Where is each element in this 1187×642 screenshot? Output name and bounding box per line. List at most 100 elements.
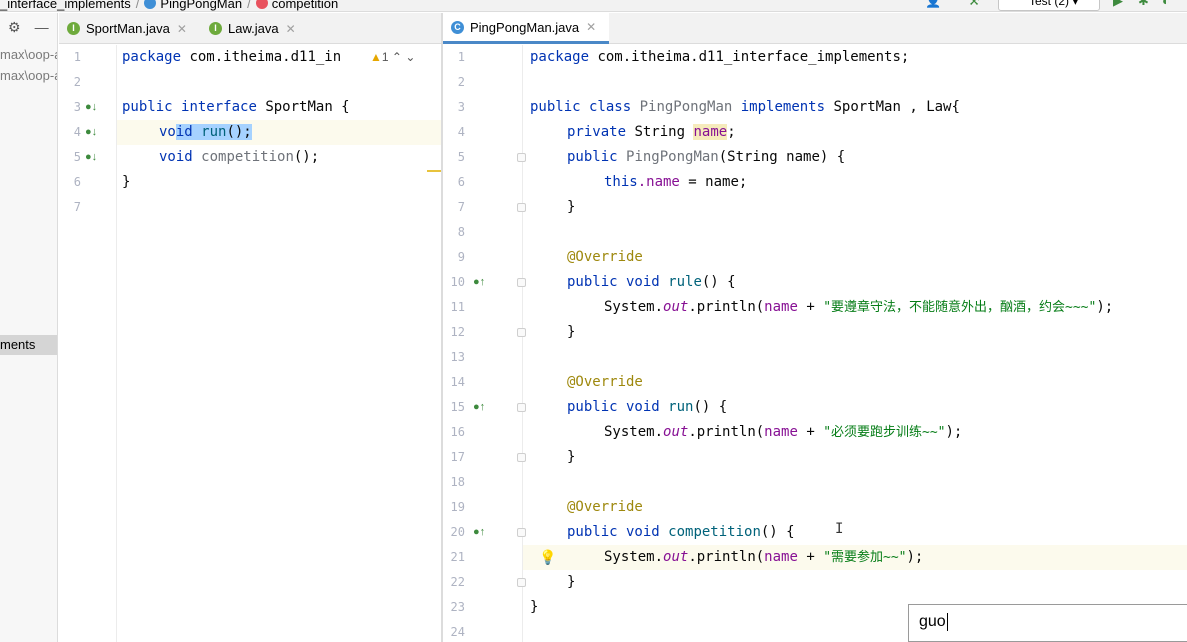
method-icon — [255, 0, 268, 9]
navigation-bar: _interface_implements / PingPongMan / co… — [0, 0, 1187, 12]
code-line: } — [567, 324, 576, 340]
line-number: 18 — [450, 475, 465, 489]
implemented-down-icon[interactable]: ●↓ — [85, 120, 97, 145]
code-line: @Override — [567, 249, 643, 265]
line-number: 6 — [457, 175, 465, 189]
class-icon — [144, 0, 157, 9]
tab-sportman-java[interactable]: I SportMan.java ✕ — [59, 13, 201, 44]
line-number: 9 — [457, 250, 465, 264]
code-line: } — [122, 174, 131, 190]
project-tree-path[interactable]: max\oop-a — [0, 68, 57, 83]
line-number: 24 — [450, 625, 465, 639]
line-number: 5 — [457, 150, 465, 164]
code-line: } — [567, 574, 576, 590]
right-editor-tabs: C PingPongMan.java ✕ — [443, 13, 1187, 44]
line-number: 4 — [73, 125, 81, 139]
code-line: } — [567, 449, 576, 465]
line-number: 4 — [457, 125, 465, 139]
close-icon[interactable]: ✕ — [286, 22, 296, 36]
line-number: 6 — [73, 175, 81, 189]
project-toolbar: ⚙ — — [8, 19, 49, 43]
code-line: @Override — [567, 499, 643, 515]
error-stripe-mark[interactable] — [427, 170, 441, 172]
breadcrumb-separator: / — [135, 0, 140, 11]
code-line: } — [530, 599, 539, 615]
code-line: package com.itheima.d11_interface_implem… — [530, 49, 910, 65]
breadcrumb-method[interactable]: competition — [272, 0, 338, 11]
line-number: 10 — [450, 275, 465, 289]
implements-up-icon[interactable]: ●↑ — [473, 395, 485, 420]
tab-label: PingPongMan.java — [470, 19, 580, 35]
line-number: 13 — [450, 350, 465, 364]
line-number: 1 — [73, 50, 81, 64]
left-editor-gutter: 1 2 3 4 5 6 7 ●↓ ●↓ ●↓ — [59, 45, 117, 642]
text-cursor-icon: I — [835, 521, 844, 537]
code-line: public PingPongMan(String name) { — [567, 149, 846, 165]
warning-icon: ▲ — [370, 50, 382, 64]
code-line: package com.itheima.d11_in — [122, 49, 342, 65]
tab-label: Law.java — [228, 21, 279, 36]
line-number: 7 — [457, 200, 465, 214]
tab-pingpongman-java[interactable]: C PingPongMan.java ✕ — [443, 13, 609, 44]
project-tree-selected-item[interactable]: ments — [0, 335, 57, 355]
code-line: this.name = name; — [604, 174, 748, 190]
hammer-icon[interactable]: ⚒ — [968, 0, 980, 8]
code-line: public void rule() { — [567, 274, 736, 290]
code-line: System.out.println(name + "必须要跑步训练~~"); — [604, 424, 963, 440]
run-icon[interactable]: ▶ — [1113, 0, 1123, 8]
coverage-icon[interactable]: ◐ — [1162, 0, 1170, 8]
line-number: 2 — [73, 75, 81, 89]
warning-count: 1 — [381, 50, 389, 64]
project-tool-window: ⚙ — max\oop-a max\oop-a ments — [0, 13, 58, 642]
code-line: System.out.println(name + "要遵章守法，不能随意外出，… — [604, 299, 1114, 315]
project-tree-path[interactable]: max\oop-a — [0, 47, 57, 62]
implements-up-icon[interactable]: ●↑ — [473, 270, 485, 295]
interface-icon: I — [209, 22, 222, 35]
implemented-down-icon[interactable]: ●↓ — [85, 145, 97, 170]
input-method-composition-box[interactable]: guo — [908, 604, 1187, 642]
breadcrumb-separator: / — [247, 0, 251, 11]
run-configuration-dropdown[interactable]: Test (2) ▾ — [998, 0, 1100, 11]
right-editor-gutter: 1 2 3 4 5 6 7 8 9 10 11 12 13 14 15 16 17 18 19 20 21 22 23 24 … — [443, 45, 526, 642]
line-number: 22 — [450, 575, 465, 589]
left-code-editor[interactable]: package com.itheima.d11_in ▲1 ⌃ ⌄ public… — [117, 45, 441, 642]
code-line: System.out.println(name + "需要参加~~"); — [604, 549, 924, 565]
class-icon: C — [451, 20, 464, 34]
code-line: void run(); — [159, 124, 252, 140]
lightbulb-icon[interactable]: 💡 — [539, 545, 556, 570]
hide-icon[interactable]: — — [35, 19, 49, 43]
line-number: 11 — [450, 300, 465, 314]
implements-up-icon[interactable]: ●↑ — [473, 520, 485, 545]
line-number: 17 — [450, 450, 465, 464]
code-line: public void run() { — [567, 399, 728, 415]
line-number: 2 — [457, 75, 465, 89]
left-editor-tabs: I SportMan.java ✕ I Law.java ✕ — [59, 13, 441, 44]
user-icon[interactable]: 👤 — [925, 0, 941, 8]
line-number: 16 — [450, 425, 465, 439]
line-number: 21 — [450, 550, 465, 564]
code-line: void competition(); — [159, 149, 320, 165]
ime-composition-text: guo — [919, 613, 946, 631]
right-code-editor[interactable]: 💡 package com.itheima.d11_interface_impl… — [523, 45, 1187, 642]
breadcrumb-package[interactable]: _interface_implements — [0, 0, 131, 11]
gear-icon[interactable]: ⚙ — [8, 19, 21, 43]
text-caret — [946, 613, 948, 631]
code-line: public void competition() { — [567, 524, 795, 540]
line-number: 1 — [457, 50, 465, 64]
line-number: 19 — [450, 500, 465, 514]
debug-icon[interactable]: ✱ — [1138, 0, 1149, 8]
tab-law-java[interactable]: I Law.java ✕ — [201, 13, 301, 44]
inspection-widget[interactable]: ▲1 ⌃ ⌄ — [370, 45, 415, 70]
line-number: 15 — [450, 400, 465, 414]
breadcrumb-class[interactable]: PingPongMan — [160, 0, 242, 11]
interface-icon: I — [67, 22, 80, 35]
line-number: 3 — [457, 100, 465, 114]
line-number: 7 — [73, 200, 81, 214]
line-number: 12 — [450, 325, 465, 339]
implemented-down-icon[interactable]: ●↓ — [85, 95, 97, 120]
close-icon[interactable]: ✕ — [177, 22, 187, 36]
line-number: 14 — [450, 375, 465, 389]
code-line: public interface SportMan { — [122, 99, 350, 115]
line-number: 23 — [450, 600, 465, 614]
close-icon[interactable]: ✕ — [586, 20, 596, 34]
